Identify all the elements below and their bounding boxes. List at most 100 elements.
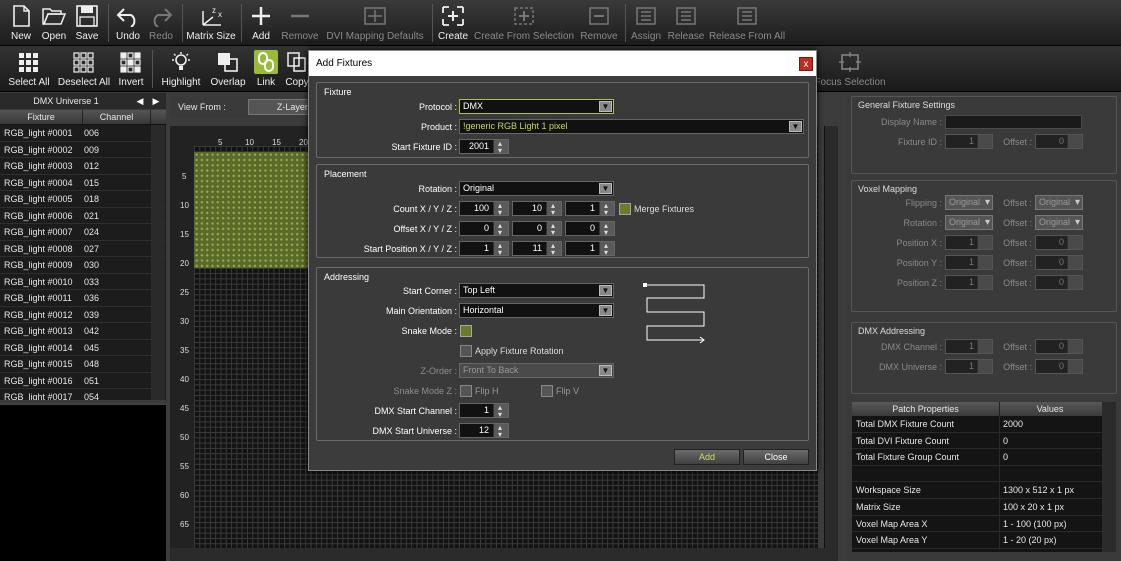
start-position-z-spinner[interactable]: 1 [565,239,615,259]
spinner-arrows-icon[interactable] [493,199,508,219]
dmx-start-channel-spinner[interactable]: 1 [459,401,509,421]
close-button[interactable]: Close [743,449,809,465]
start-position-x-spinner[interactable]: 1 [459,239,509,259]
new-button[interactable]: New [4,1,38,45]
table-row[interactable]: RGB_light #0009 030 [0,257,166,274]
undo-button[interactable]: Undo [113,1,143,45]
table-row[interactable]: RGB_light #0012 039 [0,307,166,323]
dmx-universe-offset-spinner[interactable]: 0 [1035,359,1083,374]
table-row[interactable]: RGB_light #0017 054 [0,389,166,400]
remove-button[interactable]: Remove [279,1,321,45]
flip-h-checkbox[interactable] [460,385,472,397]
table-row[interactable]: RGB_light #0016 051 [0,373,166,389]
overlap-button[interactable]: Overlap [208,47,248,91]
create-from-selection-button[interactable]: Create From Selection [474,1,574,45]
table-row[interactable]: RGB_light #0015 048 [0,356,166,373]
spinner-arrows-icon[interactable] [493,219,508,239]
spinner-arrows-icon[interactable] [599,239,614,259]
column-header-channel[interactable]: Channel [83,110,151,124]
offset-z-spinner[interactable]: 0 [565,219,615,239]
z-order-dropdown[interactable]: Front To Back ▼ [459,363,614,378]
position-y-offset-spinner[interactable]: 0 [1035,255,1083,270]
position-x-spinner[interactable]: 1 [945,235,993,250]
spinner-arrows-icon[interactable] [493,137,508,157]
count-y-spinner[interactable]: 10 [512,199,562,219]
spinner-arrows-icon[interactable] [493,401,508,421]
spinner-arrows-icon[interactable] [599,199,614,219]
create-button[interactable]: Create [437,1,469,45]
dmx-channel-spinner[interactable]: 1 [945,339,993,354]
remove-group-button[interactable]: Remove [578,1,620,45]
spinner-arrows-icon[interactable] [546,239,561,259]
matrix-size-button[interactable]: zx Matrix Size [186,1,236,45]
position-z-spinner[interactable]: 1 [945,275,993,290]
flipping-offset-dropdown[interactable]: Original [1035,195,1083,210]
table-row[interactable]: RGB_light #0006 021 [0,208,166,224]
flip-v-checkbox[interactable] [541,385,553,397]
apply-fixture-rotation-checkbox[interactable] [460,345,472,357]
focus-selection-button[interactable]: Focus Selection [812,47,888,91]
offset-y-spinner[interactable]: 0 [512,219,562,239]
position-z-offset-spinner[interactable]: 0 [1035,275,1083,290]
main-orientation-dropdown[interactable]: Horizontal ▼ [459,303,614,318]
table-row[interactable]: RGB_light #0002 009 [0,142,166,158]
redo-button[interactable]: Redo [146,1,176,45]
dmx-start-universe-spinner[interactable]: 12 [459,421,509,441]
highlight-button[interactable]: Highlight [158,47,204,91]
product-dropdown[interactable]: !generic RGB Light 1 pixel ▼ [459,119,804,134]
release-from-all-button[interactable]: Release From All [709,1,785,45]
table-row[interactable]: RGB_light #0011 036 [0,290,166,307]
invert-button[interactable]: Invert [116,47,146,91]
dvi-mapping-defaults-button[interactable]: DVI Mapping Defaults [325,1,425,45]
position-y-spinner[interactable]: 1 [945,255,993,270]
dmx-channel-offset-spinner[interactable]: 0 [1035,339,1083,354]
close-icon[interactable]: x [799,57,813,71]
spinner-arrows-icon[interactable] [493,239,508,259]
table-row[interactable]: RGB_light #0005 018 [0,191,166,208]
snake-mode-checkbox[interactable] [460,325,472,337]
display-name-field[interactable] [945,115,1082,129]
add-button[interactable]: Add [247,1,275,45]
workspace-vertical-scrollbar[interactable] [824,126,838,548]
patch-table-scrollbar[interactable] [1102,402,1116,552]
flipping-dropdown[interactable]: Original [945,195,993,210]
table-row[interactable]: RGB_light #0004 015 [0,175,166,191]
protocol-dropdown[interactable]: DMX ▼ [459,99,614,114]
count-z-spinner[interactable]: 1 [565,199,615,219]
fixture-id-spinner[interactable]: 1 [945,134,993,149]
previous-universe-icon[interactable]: ◀ [132,96,148,107]
fixture-id-offset-spinner[interactable]: 0 [1035,134,1083,149]
rotation-dropdown[interactable]: Original ▼ [459,181,614,196]
dmx-universe-spinner[interactable]: 1 [945,359,993,374]
copy-button[interactable]: Copy [284,47,310,91]
workspace-horizontal-scrollbar[interactable] [170,548,838,561]
select-all-button[interactable]: Select All [6,47,52,91]
link-button[interactable]: Link [252,47,280,91]
column-header-fixture[interactable]: Fixture [0,110,83,124]
spinner-arrows-icon[interactable] [546,219,561,239]
save-button[interactable]: Save [72,1,102,45]
table-row[interactable]: RGB_light #0014 045 [0,340,166,356]
spinner-arrows-icon[interactable] [546,199,561,219]
table-row[interactable]: RGB_light #0013 042 [0,323,166,340]
count-x-spinner[interactable]: 100 [459,199,509,219]
open-button[interactable]: Open [38,1,70,45]
offset-x-spinner[interactable]: 0 [459,219,509,239]
rotation-dropdown[interactable]: Original [945,215,993,230]
position-x-offset-spinner[interactable]: 0 [1035,235,1083,250]
assign-button[interactable]: Assign [629,1,663,45]
start-fixture-id-spinner[interactable]: 2001 [459,137,509,157]
table-row[interactable]: RGB_light #0008 027 [0,241,166,257]
add-button[interactable]: Add [674,449,740,465]
rotation-offset-dropdown[interactable]: Original [1035,215,1083,230]
start-position-y-spinner[interactable]: 11 [512,239,562,259]
table-row[interactable]: RGB_light #0010 033 [0,274,166,290]
table-row[interactable]: RGB_light #0007 024 [0,224,166,241]
merge-fixtures-checkbox[interactable] [619,203,631,215]
deselect-all-button[interactable]: Deselect All [56,47,112,91]
release-button[interactable]: Release [667,1,705,45]
fixture-table-scrollbar[interactable] [151,125,165,400]
next-universe-icon[interactable]: ▶ [148,96,164,107]
table-row[interactable]: RGB_light #0003 012 [0,158,166,175]
spinner-arrows-icon[interactable] [493,421,508,441]
